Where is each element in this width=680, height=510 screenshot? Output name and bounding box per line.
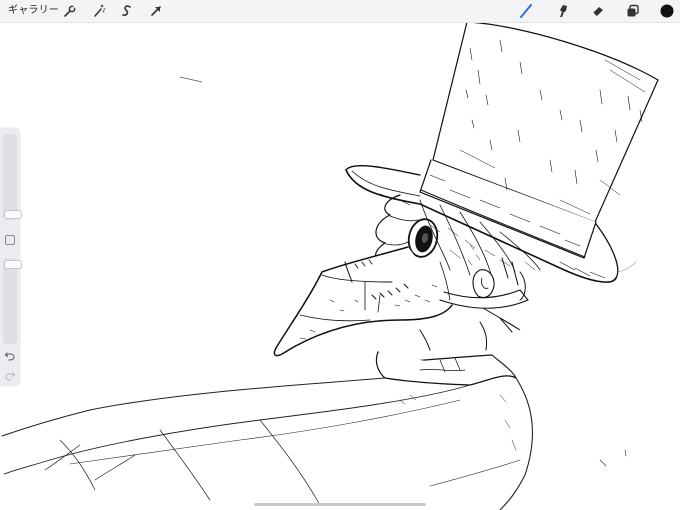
selection-button[interactable] — [119, 3, 135, 19]
brush-icon — [520, 4, 532, 18]
opacity-thumb[interactable] — [4, 260, 22, 269]
layers-icon — [627, 4, 639, 17]
actions-button[interactable] — [62, 3, 78, 19]
eraser-icon — [592, 7, 603, 16]
brush-size-thumb[interactable] — [4, 210, 22, 219]
plague-beak — [273, 246, 529, 357]
gallery-button[interactable]: ギャラリー — [8, 4, 59, 18]
layers-button[interactable] — [625, 3, 641, 19]
color-swatch — [660, 4, 674, 18]
collar — [375, 321, 517, 386]
cloak — [1, 377, 627, 510]
face — [439, 244, 495, 301]
color-button[interactable] — [659, 3, 675, 19]
brush-tool-button[interactable] — [518, 3, 534, 19]
adjustments-button[interactable] — [91, 3, 107, 19]
drawing-canvas[interactable] — [0, 23, 680, 510]
eraser-tool-button[interactable] — [590, 3, 606, 19]
modify-button[interactable] — [5, 235, 15, 245]
smudge-icon — [560, 5, 567, 17]
wrench-icon — [64, 5, 76, 17]
magic-wand-icon — [94, 4, 106, 17]
transform-button[interactable] — [148, 3, 164, 19]
home-indicator — [254, 503, 426, 506]
opacity-slider[interactable] — [3, 258, 22, 344]
redo-icon[interactable] — [4, 370, 16, 382]
brush-sidebar — [0, 128, 22, 386]
smudge-tool-button[interactable] — [555, 3, 571, 19]
arrow-cursor-icon — [151, 6, 161, 16]
brush-size-slider[interactable] — [3, 134, 22, 220]
top-toolbar: ギャラリー — [0, 0, 680, 23]
top-hat — [345, 23, 659, 283]
selection-s-icon — [122, 5, 131, 16]
undo-icon[interactable] — [4, 350, 16, 362]
